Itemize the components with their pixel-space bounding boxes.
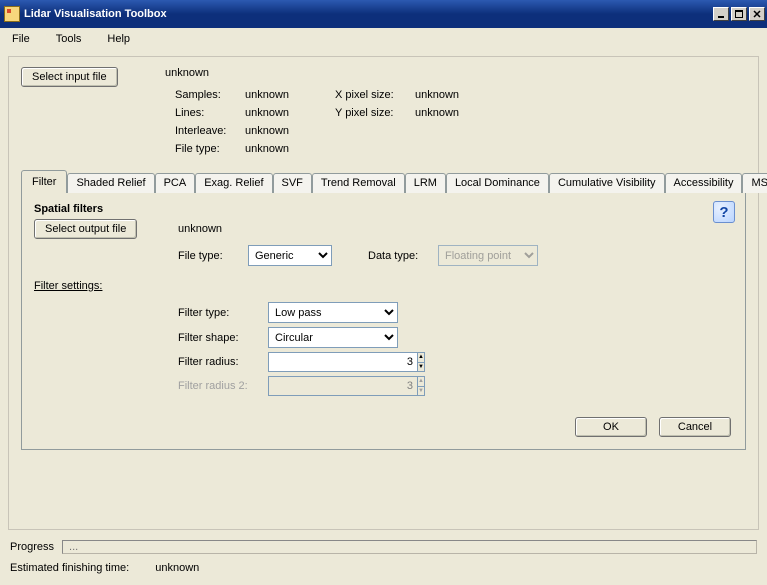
filter-panel: ? Spatial filters Select output file unk… xyxy=(21,192,746,450)
interleave-value: unknown xyxy=(245,125,335,137)
filetype-in-label: File type: xyxy=(175,143,245,155)
filter-radius-label: Filter radius: xyxy=(178,356,268,368)
spin-up-icon[interactable]: ▲ xyxy=(418,353,424,363)
tab-shaded-relief[interactable]: Shaded Relief xyxy=(67,173,154,193)
tab-lrm[interactable]: LRM xyxy=(405,173,446,193)
spin-up-icon: ▲ xyxy=(418,377,424,387)
cancel-button[interactable]: Cancel xyxy=(659,417,731,437)
maximize-button[interactable] xyxy=(731,7,747,21)
tab-local-dominance[interactable]: Local Dominance xyxy=(446,173,549,193)
lines-value: unknown xyxy=(245,107,335,119)
tab-cumulative-visibility[interactable]: Cumulative Visibility xyxy=(549,173,665,193)
progress-text: ... xyxy=(63,541,78,553)
tab-msii[interactable]: MSII xyxy=(742,173,767,193)
filter-radius2-spinner: ▲ ▼ xyxy=(268,376,398,396)
lines-label: Lines: xyxy=(175,107,245,119)
main-panel: Select input file unknown Samples: unkno… xyxy=(8,56,759,530)
tab-filter[interactable]: Filter xyxy=(21,170,67,193)
filter-type-label: Filter type: xyxy=(178,307,268,319)
footer: Progress ... Estimated finishing time: u… xyxy=(10,540,757,574)
filter-radius2-input xyxy=(268,376,417,396)
filter-radius-input[interactable] xyxy=(268,352,417,372)
select-output-button[interactable]: Select output file xyxy=(34,219,137,239)
progress-label: Progress xyxy=(10,541,54,553)
spatial-filters-title: Spatial filters xyxy=(34,203,733,215)
ypixel-label: Y pixel size: xyxy=(335,107,415,119)
eta-value: unknown xyxy=(155,562,199,574)
input-section: Select input file unknown Samples: unkno… xyxy=(21,67,746,155)
filter-radius-spinner[interactable]: ▲ ▼ xyxy=(268,352,398,372)
spin-down-icon: ▼ xyxy=(418,387,424,396)
progress-bar: ... xyxy=(62,540,757,554)
tab-pca[interactable]: PCA xyxy=(155,173,196,193)
menubar: File Tools Help xyxy=(0,28,767,50)
input-path: unknown xyxy=(165,67,495,79)
samples-value: unknown xyxy=(245,89,335,101)
filter-radius2-label: Filter radius 2: xyxy=(178,380,268,392)
xpixel-value: unknown xyxy=(415,89,495,101)
filetype-in-value: unknown xyxy=(245,143,335,155)
filter-shape-select[interactable]: Circular xyxy=(268,327,398,348)
ypixel-value: unknown xyxy=(415,107,495,119)
datatype-label: Data type: xyxy=(368,250,438,262)
question-icon: ? xyxy=(719,204,728,221)
menu-file[interactable]: File xyxy=(8,31,34,47)
window-title: Lidar Visualisation Toolbox xyxy=(24,8,713,20)
datatype-select: Floating point xyxy=(438,245,538,266)
samples-label: Samples: xyxy=(175,89,245,101)
out-filetype-select[interactable]: Generic xyxy=(248,245,332,266)
close-button[interactable] xyxy=(749,7,765,21)
window-titlebar: Lidar Visualisation Toolbox xyxy=(0,0,767,28)
out-filetype-label: File type: xyxy=(178,250,248,262)
tab-exag-relief[interactable]: Exag. Relief xyxy=(195,173,272,193)
filter-settings-label: Filter settings: xyxy=(34,280,733,292)
filter-shape-label: Filter shape: xyxy=(178,332,268,344)
help-button[interactable]: ? xyxy=(713,201,735,223)
filter-type-select[interactable]: Low pass xyxy=(268,302,398,323)
tabstrip: Filter Shaded Relief PCA Exag. Relief SV… xyxy=(21,169,746,192)
eta-label: Estimated finishing time: xyxy=(10,562,129,574)
menu-tools[interactable]: Tools xyxy=(52,31,86,47)
output-path: unknown xyxy=(178,223,222,235)
interleave-label: Interleave: xyxy=(175,125,245,137)
tab-accessibility[interactable]: Accessibility xyxy=(665,173,743,193)
ok-button[interactable]: OK xyxy=(575,417,647,437)
xpixel-label: X pixel size: xyxy=(335,89,415,101)
tab-svf[interactable]: SVF xyxy=(273,173,312,193)
menu-help[interactable]: Help xyxy=(103,31,134,47)
spin-down-icon[interactable]: ▼ xyxy=(418,363,424,372)
window-controls xyxy=(713,7,765,21)
app-icon xyxy=(4,6,20,22)
minimize-button[interactable] xyxy=(713,7,729,21)
tab-trend-removal[interactable]: Trend Removal xyxy=(312,173,405,193)
select-input-button[interactable]: Select input file xyxy=(21,67,118,87)
